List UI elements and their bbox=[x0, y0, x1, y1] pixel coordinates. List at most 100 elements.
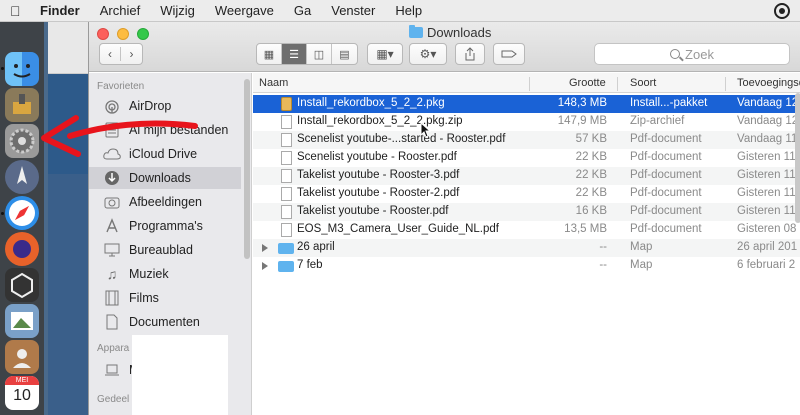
sidebar-item-label: Afbeeldingen bbox=[129, 195, 202, 209]
sidebar-item-label: Films bbox=[129, 291, 159, 305]
folder-date: 26 april 201 bbox=[737, 241, 798, 253]
preview-dock-icon[interactable] bbox=[5, 304, 39, 338]
menu-archief[interactable]: Archief bbox=[90, 3, 150, 18]
disclosure-triangle-icon[interactable] bbox=[262, 244, 268, 252]
running-indicator bbox=[1, 212, 4, 215]
safari-dock-icon[interactable] bbox=[5, 196, 39, 230]
file-date: Vandaag 12: bbox=[737, 97, 800, 109]
download-icon bbox=[103, 170, 121, 186]
sidebar-item-label: Downloads bbox=[129, 171, 191, 185]
dock: MEI 10 bbox=[0, 22, 44, 415]
share-button[interactable] bbox=[455, 43, 485, 65]
calendar-dock-icon[interactable]: MEI 10 bbox=[5, 376, 39, 410]
finder-dock-icon[interactable] bbox=[5, 52, 39, 86]
firefox-dock-icon[interactable] bbox=[5, 232, 39, 266]
menu-ga[interactable]: Ga bbox=[284, 3, 321, 18]
file-kind: Pdf-document bbox=[630, 133, 702, 145]
menu-help[interactable]: Help bbox=[385, 3, 432, 18]
document-icon bbox=[103, 314, 121, 330]
file-list: Naam Grootte Soort Toevoegingsd Install_… bbox=[253, 73, 800, 415]
menu-venster[interactable]: Venster bbox=[321, 3, 385, 18]
calendar-day: 10 bbox=[13, 387, 31, 404]
column-header-name[interactable]: Naam bbox=[259, 77, 288, 89]
close-button[interactable] bbox=[97, 28, 109, 40]
file-size: 57 KB bbox=[575, 133, 607, 145]
list-scrollbar[interactable] bbox=[795, 93, 800, 223]
file-row[interactable]: Scenelist youtube-...started - Rooster.p… bbox=[253, 131, 800, 149]
sidebar-item-desktop[interactable]: Bureaublad bbox=[89, 239, 241, 261]
sidebar-item-pictures[interactable]: Afbeeldingen bbox=[89, 191, 241, 213]
folder-row[interactable]: 7 feb -- Map 6 februari 2 bbox=[253, 257, 800, 275]
file-row[interactable]: Scenelist youtube - Rooster.pdf 22 KB Pd… bbox=[253, 149, 800, 167]
sidebar-item-documents[interactable]: Documenten bbox=[89, 311, 241, 333]
arrange-button[interactable]: ▦▾ bbox=[367, 43, 403, 65]
folder-icon bbox=[278, 243, 294, 254]
icon-view-icon[interactable]: ▦ bbox=[257, 44, 282, 64]
pdf-icon bbox=[281, 187, 292, 201]
file-kind: Install...-pakket bbox=[630, 97, 708, 109]
record-status-icon[interactable] bbox=[774, 3, 790, 19]
sidebar-item-label: Documenten bbox=[129, 315, 200, 329]
column-header-size[interactable]: Grootte bbox=[569, 77, 606, 89]
list-header: Naam Grootte Soort Toevoegingsd bbox=[253, 73, 800, 93]
file-date: Gisteren 11: bbox=[737, 151, 799, 163]
menu-app-name[interactable]: Finder bbox=[30, 3, 90, 18]
pdf-icon bbox=[281, 205, 292, 219]
file-name: EOS_M3_Camera_User_Guide_NL.pdf bbox=[297, 223, 499, 235]
pdf-icon bbox=[281, 133, 292, 147]
action-button[interactable]: ⚙▾ bbox=[409, 43, 447, 65]
folder-date: 6 februari 2 bbox=[737, 259, 796, 271]
sidebar-item-music[interactable]: ♫ Muziek bbox=[89, 263, 241, 285]
apple-menu-icon[interactable]:  bbox=[10, 3, 30, 19]
file-name: Takelist youtube - Rooster-2.pdf bbox=[297, 187, 460, 199]
file-name: Takelist youtube - Rooster.pdf bbox=[297, 205, 449, 217]
sidebar-scrollbar[interactable] bbox=[244, 79, 250, 259]
sidebar-item-downloads[interactable]: Downloads bbox=[89, 167, 241, 189]
back-button[interactable]: ‹ bbox=[100, 47, 121, 61]
zoom-button[interactable] bbox=[137, 28, 149, 40]
file-row[interactable]: EOS_M3_Camera_User_Guide_NL.pdf 13,5 MB … bbox=[253, 221, 800, 239]
file-size: 22 KB bbox=[575, 187, 607, 199]
file-name: Install_rekordbox_5_2_2.pkg bbox=[297, 97, 445, 109]
folder-row[interactable]: 26 april -- Map 26 april 201 bbox=[253, 239, 800, 257]
arrange-icon: ▦▾ bbox=[376, 47, 394, 61]
zip-icon bbox=[281, 115, 292, 129]
list-view-icon[interactable]: ☰ bbox=[282, 44, 307, 64]
forward-button[interactable]: › bbox=[121, 47, 142, 61]
column-view-icon[interactable]: ◫ bbox=[307, 44, 332, 64]
cover-flow-icon[interactable]: ▤ bbox=[332, 44, 357, 64]
pdf-icon bbox=[281, 223, 292, 237]
menu-wijzig[interactable]: Wijzig bbox=[150, 3, 205, 18]
folder-icon bbox=[409, 25, 423, 38]
contacts-dock-icon[interactable] bbox=[5, 340, 39, 374]
file-kind: Pdf-document bbox=[630, 151, 702, 163]
finder-window: Downloads ‹ › ▦ ☰ ◫ ▤ ▦▾ ⚙▾ Zoek Favorie… bbox=[88, 22, 800, 415]
file-row[interactable]: Install_rekordbox_5_2_2.pkg 148,3 MB Ins… bbox=[253, 95, 800, 113]
search-icon bbox=[670, 49, 681, 59]
column-header-kind[interactable]: Soort bbox=[630, 77, 656, 89]
search-field[interactable]: Zoek bbox=[594, 43, 790, 65]
file-date: Gisteren 08 bbox=[737, 223, 797, 235]
file-row[interactable]: Takelist youtube - Rooster.pdf 16 KB Pdf… bbox=[253, 203, 800, 221]
film-icon bbox=[103, 290, 121, 306]
unity-dock-icon[interactable] bbox=[5, 268, 39, 302]
tags-button[interactable] bbox=[493, 43, 525, 65]
file-size: 22 KB bbox=[575, 169, 607, 181]
background-window[interactable] bbox=[48, 22, 88, 415]
column-header-date-added[interactable]: Toevoegingsd bbox=[737, 77, 800, 89]
menu-weergave[interactable]: Weergave bbox=[205, 3, 284, 18]
file-date: Vandaag 12: bbox=[737, 115, 800, 127]
file-kind: Pdf-document bbox=[630, 169, 702, 181]
window-title: Downloads bbox=[409, 25, 491, 40]
file-row[interactable]: Takelist youtube - Rooster-3.pdf 22 KB P… bbox=[253, 167, 800, 185]
sidebar-section-favorites: Favorieten bbox=[97, 81, 145, 92]
disclosure-triangle-icon[interactable] bbox=[262, 262, 268, 270]
sidebar-item-movies[interactable]: Films bbox=[89, 287, 241, 309]
annotation-arrow bbox=[41, 115, 198, 157]
sidebar-item-applications[interactable]: Programma's bbox=[89, 215, 241, 237]
minimize-button[interactable] bbox=[117, 28, 129, 40]
file-size: 22 KB bbox=[575, 151, 607, 163]
redacted-area bbox=[132, 335, 228, 415]
file-row[interactable]: Takelist youtube - Rooster-2.pdf 22 KB P… bbox=[253, 185, 800, 203]
file-row[interactable]: Install_rekordbox_5_2_2.pkg.zip 147,9 MB… bbox=[253, 113, 800, 131]
